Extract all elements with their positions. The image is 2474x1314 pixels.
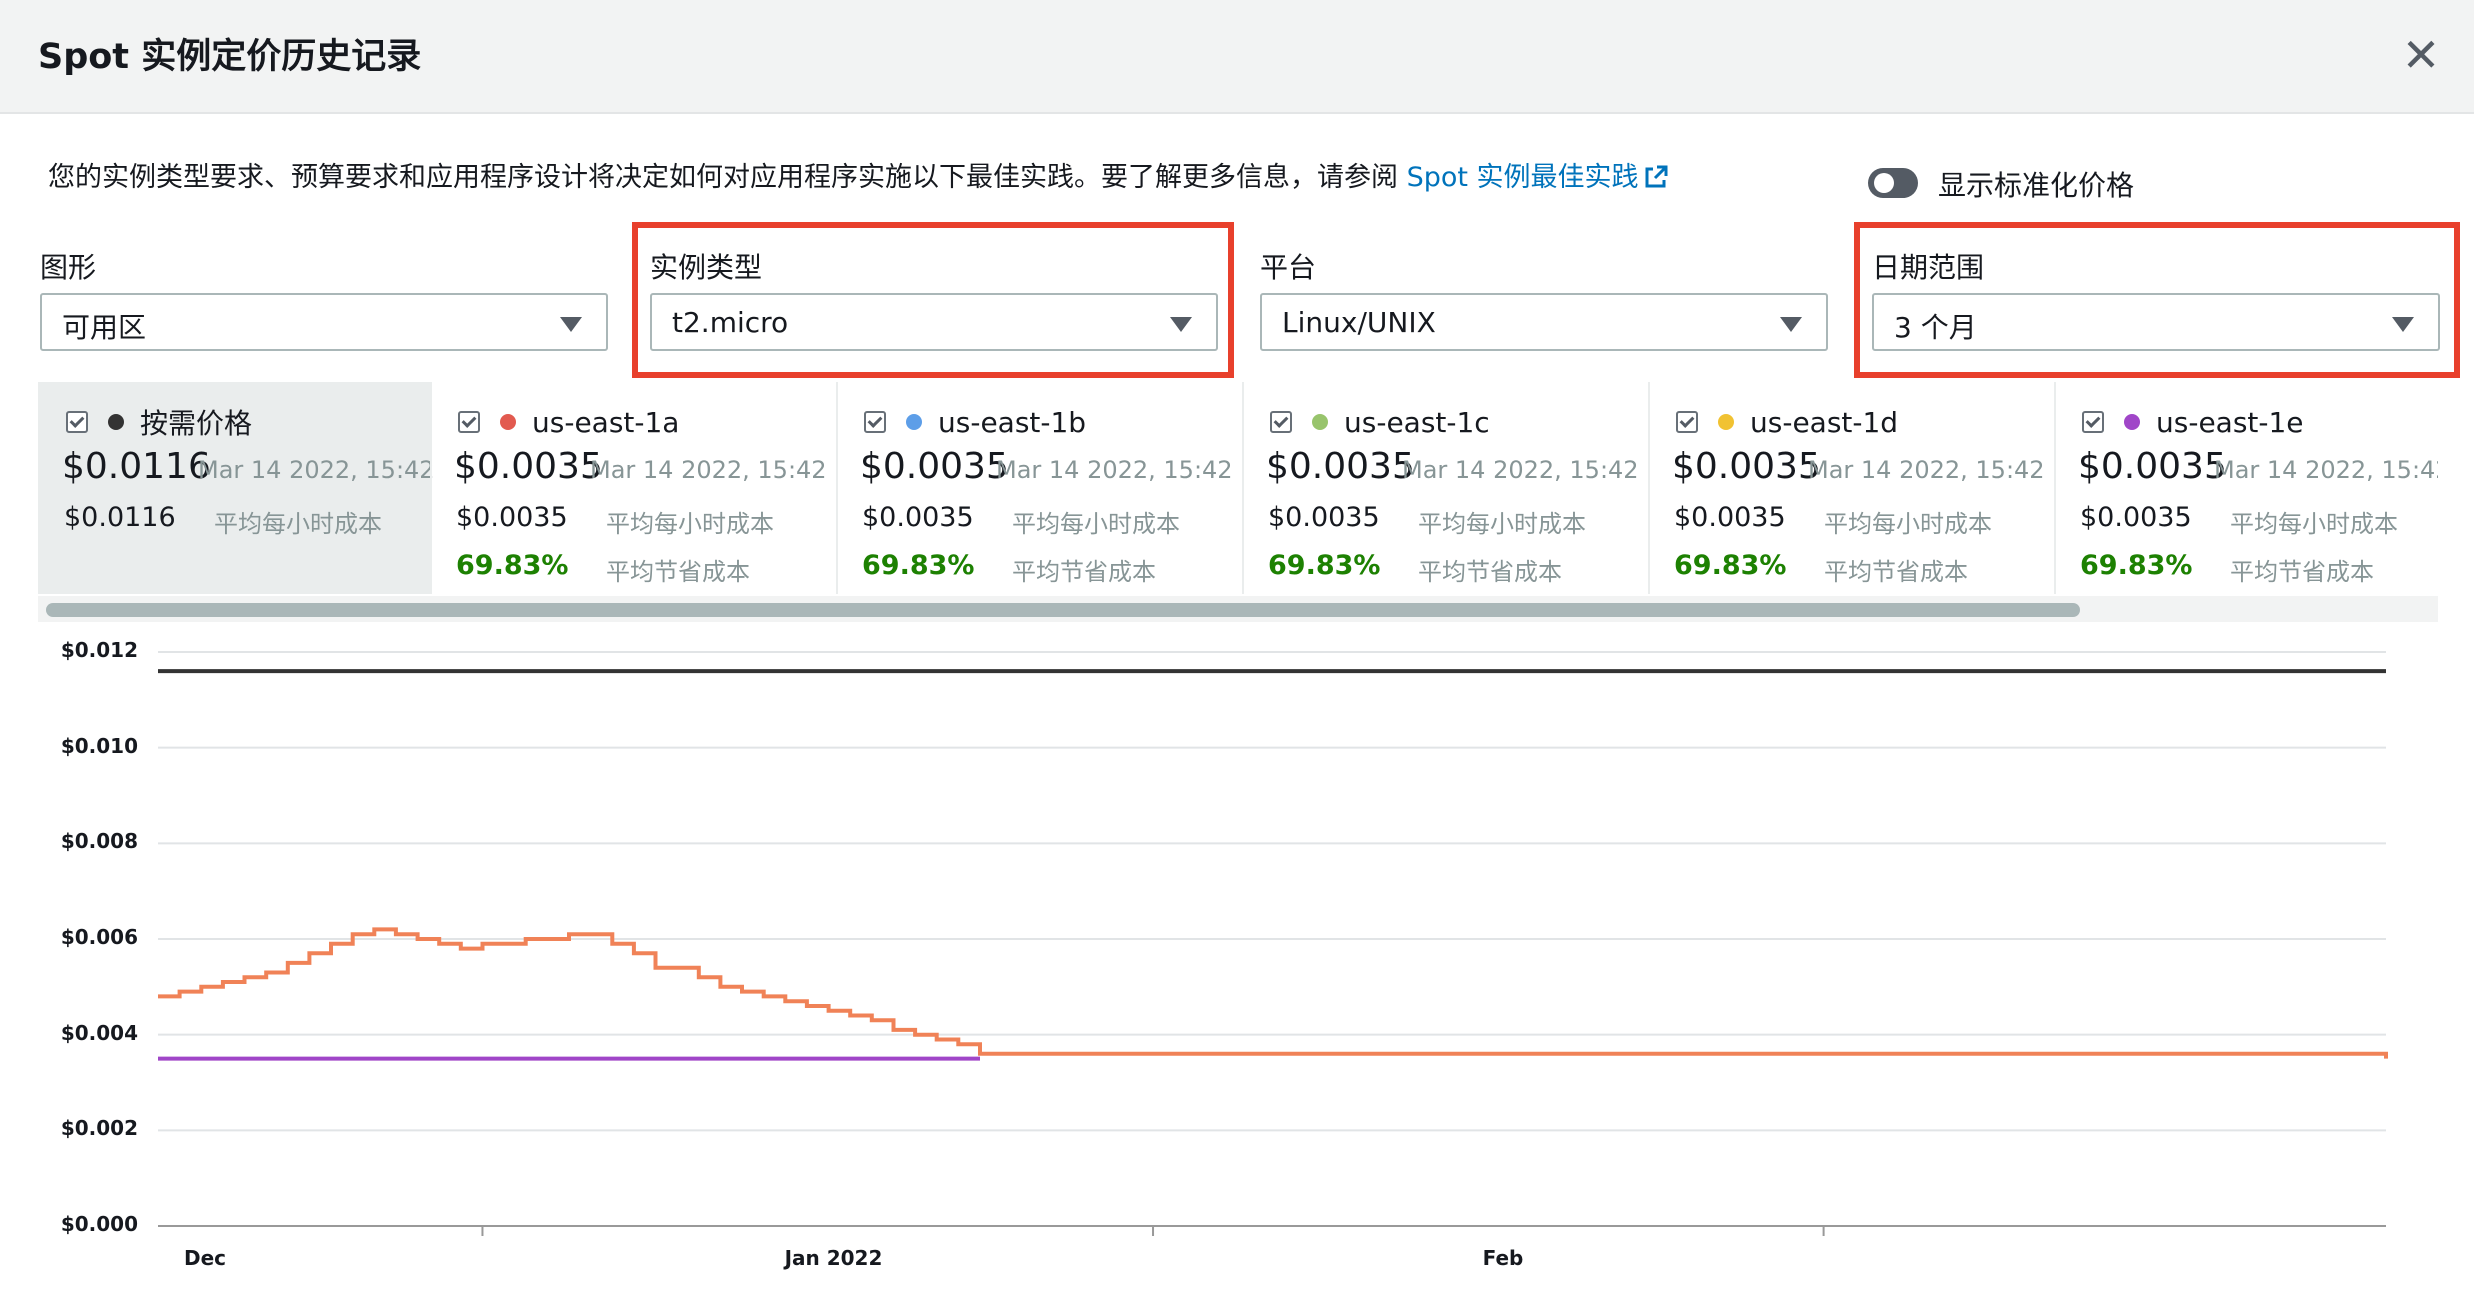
x-tick-label: Jan 2022 (784, 1246, 883, 1270)
zone-price: $0.0035 (1266, 446, 1415, 487)
y-tick-label: $0.002 (60, 1116, 138, 1141)
zone-savings-value: 69.83% (1268, 550, 1381, 581)
zone-avg-value: $0.0035 (862, 502, 974, 533)
zone-name: us-east-1d (1750, 405, 1899, 439)
modal-header: Spot 实例定价历史记录 ✕ (0, 0, 2474, 114)
zone-savings-value: 69.83% (862, 550, 975, 581)
checkbox-on-demand[interactable] (66, 411, 88, 433)
on-demand-avg-value: $0.0116 (64, 502, 176, 533)
checkbox-us-east-1b[interactable] (864, 411, 886, 433)
zone-avg-value: $0.0035 (2080, 502, 2192, 533)
toggle-knob (1874, 173, 1894, 193)
legend-dot-us-east-1d (1718, 414, 1734, 430)
highlight-date-range (1854, 222, 2460, 378)
summary-card-us-east-1b: us-east-1b $0.0035 Mar 14 2022, 15:42 $0… (836, 382, 1242, 594)
zone-savings-label: 平均节省成本 (1012, 558, 1156, 586)
zone-date: Mar 14 2022, 15:42 (2214, 456, 2438, 484)
legend-dot-us-east-1a (500, 414, 516, 430)
close-icon: ✕ (2401, 28, 2441, 82)
toggle-label: 显示标准化价格 (1938, 169, 2135, 202)
y-tick-label: $0.012 (60, 638, 138, 662)
normalized-price-toggle[interactable] (1868, 168, 1918, 198)
y-tick-label: $0.004 (60, 1020, 138, 1045)
zone-date: Mar 14 2022, 15:42 (1808, 456, 2045, 484)
y-tick-label: $0.006 (60, 925, 138, 949)
highlight-instance-type (632, 222, 1234, 378)
on-demand-price: $0.0116 (62, 446, 211, 487)
y-tick-label: $0.010 (60, 733, 138, 758)
legend-dot-us-east-1b (906, 414, 922, 430)
zone-avg-label: 平均每小时成本 (606, 510, 774, 538)
zone-price: $0.0035 (2078, 446, 2227, 487)
zone-savings-value: 69.83% (456, 550, 569, 581)
best-practices-link[interactable]: Spot 实例最佳实践 (1407, 162, 1669, 193)
legend-dot-us-east-1c (1312, 414, 1328, 430)
price-history-chart: $0.000 $0.002 $0.004 $0.006 $0.008 $0.010 $0.0… (0, 630, 2474, 1314)
series-line-us-east-1a (158, 927, 2388, 1059)
zone-price: $0.0035 (860, 446, 1009, 487)
graph-select[interactable]: 可用区 (40, 293, 608, 351)
y-tick-label: $0.008 (60, 829, 138, 854)
chart-svg (158, 651, 2388, 1236)
zone-avg-value: $0.0035 (1268, 502, 1380, 533)
zone-price: $0.0035 (454, 446, 603, 487)
checkbox-us-east-1e[interactable] (2082, 411, 2104, 433)
zone-name: us-east-1c (1344, 405, 1490, 439)
zone-savings-label: 平均节省成本 (1418, 558, 1562, 586)
checkbox-us-east-1a[interactable] (458, 411, 480, 433)
zone-date: Mar 14 2022, 15:42 (1402, 456, 1639, 484)
summary-card-us-east-1d: us-east-1d $0.0035 Mar 14 2022, 15:42 $0… (1648, 382, 2054, 594)
description-text: 您的实例类型要求、预算要求和应用程序设计将决定如何对应用程序实施以下最佳实践。要… (48, 162, 1407, 193)
zone-name: us-east-1e (2156, 405, 2304, 439)
zone-avg-label: 平均每小时成本 (1012, 510, 1180, 538)
on-demand-date: Mar 14 2022, 15:42 (198, 456, 435, 484)
zone-savings-label: 平均节省成本 (606, 558, 750, 586)
zone-avg-label: 平均每小时成本 (1418, 510, 1586, 538)
summary-card-us-east-1e: us-east-1e $0.0035 Mar 14 2022, 15:42 $0… (2054, 382, 2438, 594)
modal-title: Spot 实例定价历史记录 (38, 37, 422, 77)
zone-name: us-east-1a (532, 405, 680, 439)
zone-savings-value: 69.83% (1674, 550, 1787, 581)
zone-avg-value: $0.0035 (456, 502, 568, 533)
zone-savings-value: 69.83% (2080, 550, 2193, 581)
caret-down-icon (1780, 317, 1802, 332)
on-demand-name: 按需价格 (140, 407, 253, 440)
graph-label: 图形 (40, 251, 97, 284)
x-tick-label: Dec (184, 1246, 227, 1270)
legend-dot-on-demand (108, 414, 124, 430)
close-button[interactable]: ✕ (2396, 30, 2446, 80)
external-link-icon (1645, 165, 1668, 188)
zone-date: Mar 14 2022, 15:42 (590, 456, 827, 484)
on-demand-avg-label: 平均每小时成本 (214, 510, 382, 538)
graph-select-value: 可用区 (62, 311, 147, 344)
zone-price: $0.0035 (1672, 446, 1821, 487)
zone-savings-label: 平均节省成本 (1824, 558, 1968, 586)
summary-card-us-east-1a: us-east-1a $0.0035 Mar 14 2022, 15:42 $0… (430, 382, 836, 594)
caret-down-icon (560, 317, 582, 332)
zone-name: us-east-1b (938, 405, 1087, 439)
description: 您的实例类型要求、预算要求和应用程序设计将决定如何对应用程序实施以下最佳实践。要… (48, 155, 1669, 194)
zone-avg-value: $0.0035 (1674, 502, 1786, 533)
platform-select-value: Linux/UNIX (1282, 306, 1436, 339)
zone-avg-label: 平均每小时成本 (2230, 510, 2398, 538)
zone-savings-label: 平均节省成本 (2230, 558, 2374, 586)
checkbox-us-east-1c[interactable] (1270, 411, 1292, 433)
summary-card-us-east-1c: us-east-1c $0.0035 Mar 14 2022, 15:42 $0… (1242, 382, 1648, 594)
zone-avg-label: 平均每小时成本 (1824, 510, 1992, 538)
summary-cards: 按需价格 $0.0116 Mar 14 2022, 15:42 $0.0116 … (38, 382, 2438, 594)
legend-dot-us-east-1e (2124, 414, 2140, 430)
platform-label: 平台 (1260, 251, 1317, 284)
checkbox-us-east-1d[interactable] (1676, 411, 1698, 433)
platform-select[interactable]: Linux/UNIX (1260, 293, 1828, 351)
cards-scrollbar-thumb[interactable] (46, 603, 2080, 617)
summary-card-on-demand: 按需价格 $0.0116 Mar 14 2022, 15:42 $0.0116 … (38, 382, 435, 594)
zone-date: Mar 14 2022, 15:42 (996, 456, 1233, 484)
x-tick-label: Feb (1482, 1246, 1524, 1270)
y-tick-label: $0.000 (60, 1212, 138, 1236)
